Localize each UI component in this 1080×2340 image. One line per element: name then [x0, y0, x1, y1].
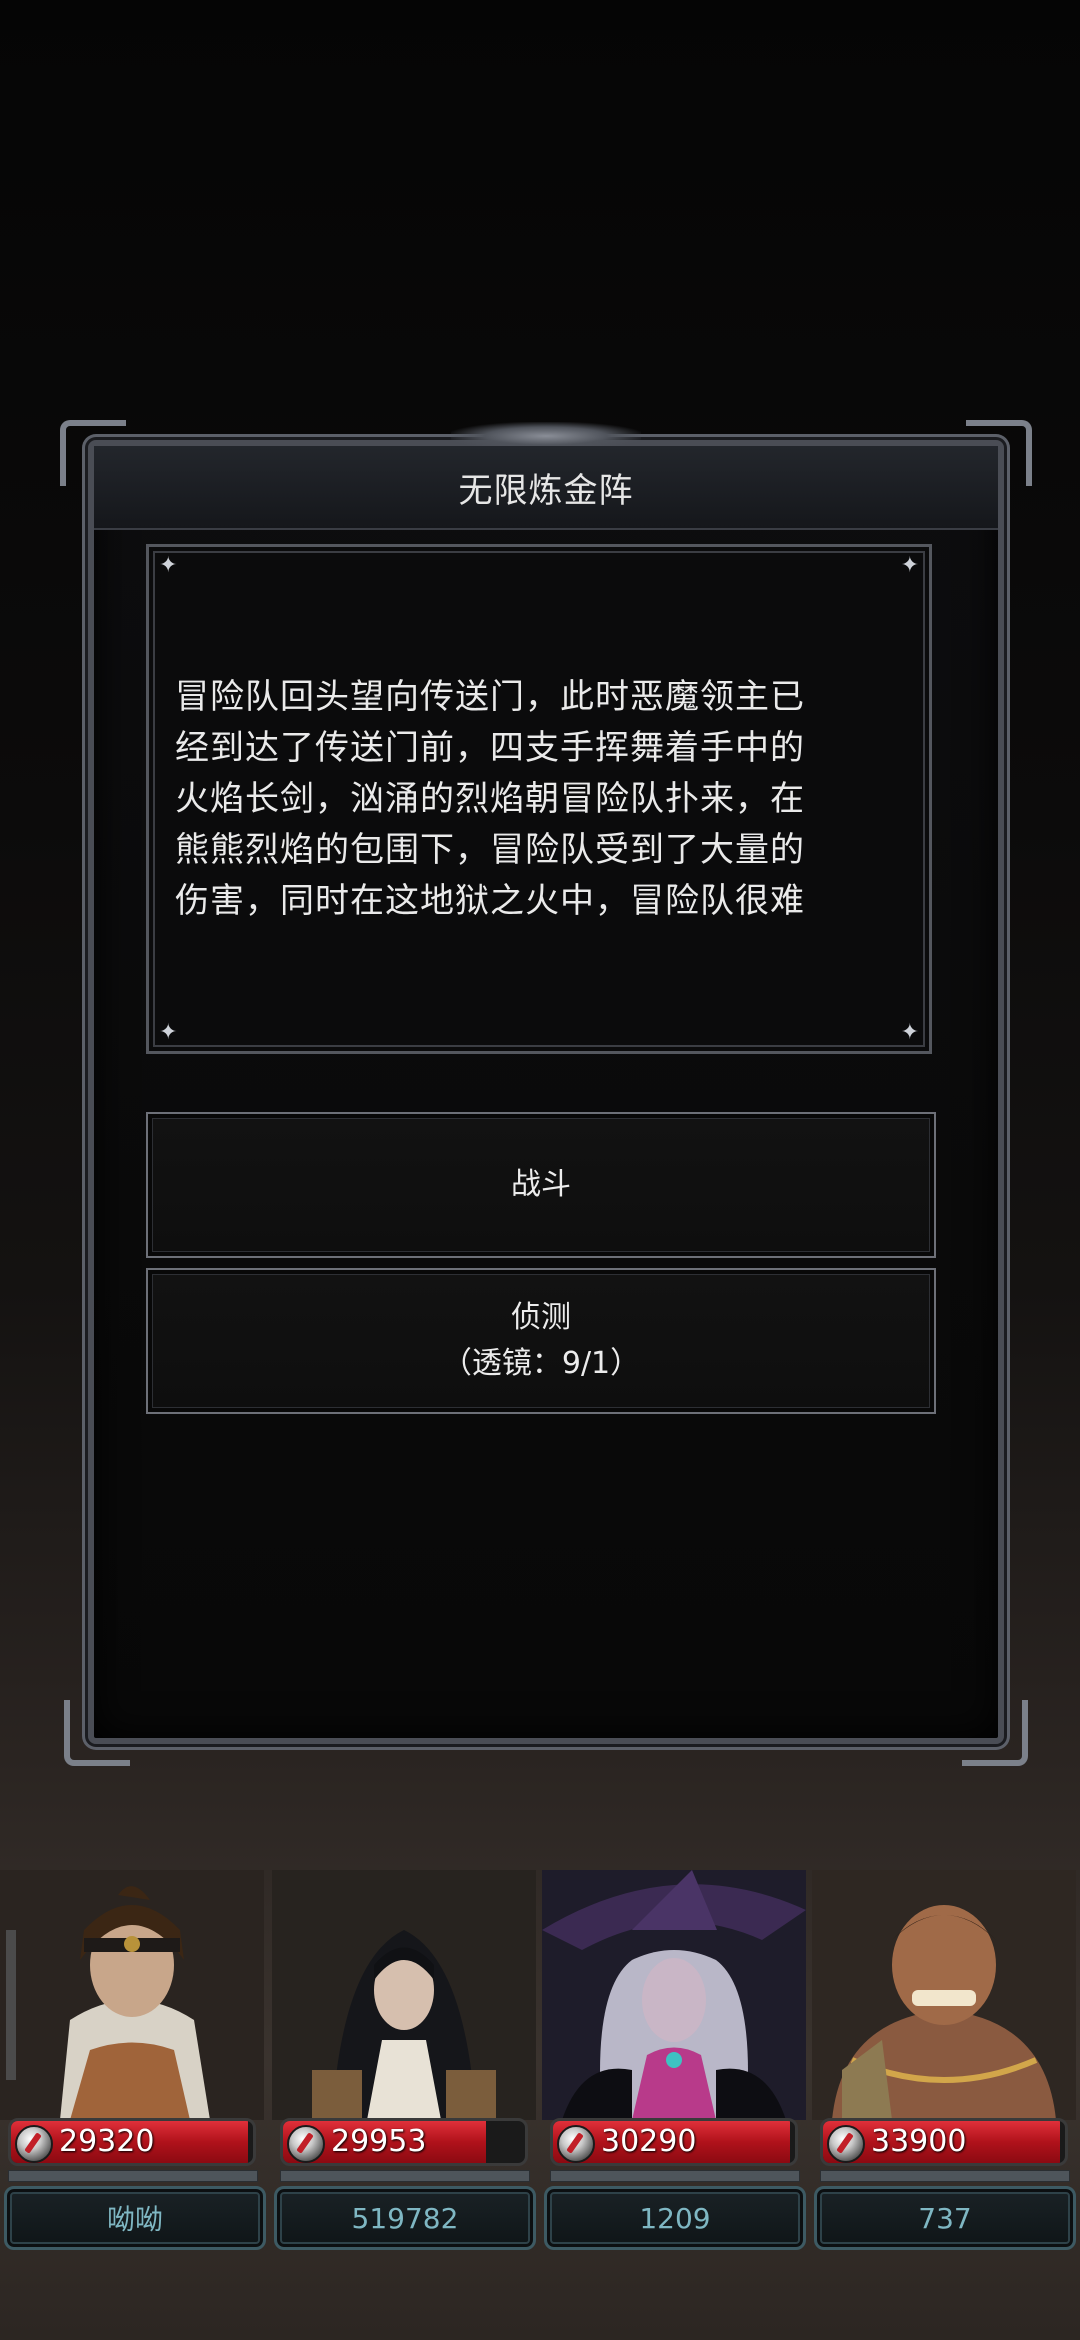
sword-icon	[15, 2125, 53, 2163]
story-panel[interactable]: ✦ ✦ ✦ ✦ 冒险队回头望向传送门，此时恶魔领主已 经到达了传送门前，四支手挥…	[146, 544, 932, 1054]
hero-name: 1209	[639, 2201, 711, 2235]
story-line: 冒险队回头望向传送门，此时恶魔领主已	[175, 676, 805, 717]
story-line: 经到达了传送门前，四支手挥舞着手中的	[175, 727, 805, 768]
hero-name: 737	[918, 2201, 972, 2235]
sword-icon	[827, 2125, 865, 2163]
hero-name: 519782	[351, 2201, 459, 2235]
hp-bar: 29953	[280, 2118, 528, 2166]
frame-corner-bottom-left	[64, 1700, 130, 1766]
hero-name-plate[interactable]: 737	[814, 2186, 1076, 2250]
detect-button[interactable]: 侦测 （透镜：9/1）	[146, 1268, 936, 1414]
fight-button[interactable]: 战斗	[146, 1112, 936, 1258]
sparkle-icon: ✦	[159, 553, 178, 578]
hero-name-plate[interactable]: 呦呦	[4, 2186, 266, 2250]
nun-portrait	[272, 1870, 536, 2120]
hp-value: 29320	[59, 2124, 155, 2159]
frame-corner-bottom-right	[962, 1700, 1028, 1766]
hero-card[interactable]: 33900	[812, 1870, 1076, 2190]
hero-card[interactable]: 29953	[272, 1870, 536, 2190]
hp-bar: 30290	[550, 2118, 798, 2166]
dialog-title-bar: 无限炼金阵	[94, 446, 998, 530]
hero-card[interactable]: 30290	[542, 1870, 806, 2190]
sword-icon	[557, 2125, 595, 2163]
hp-value: 33900	[871, 2124, 967, 2159]
detect-button-label: 侦测	[511, 1300, 571, 1335]
hero-name-plate[interactable]: 519782	[274, 2186, 536, 2250]
story-line: 火焰长剑，汹涌的烈焰朝冒险队扑来，在	[175, 778, 805, 819]
event-dialog: 无限炼金阵 ✦ ✦ ✦ ✦ 冒险队回头望向传送门，此时恶魔领主已 经到达了传送门…	[60, 420, 1032, 1766]
witch-portrait	[542, 1870, 806, 2120]
fight-button-label: 战斗	[511, 1167, 571, 1202]
brute-portrait	[812, 1870, 1076, 2120]
hp-bar: 33900	[820, 2118, 1068, 2166]
hero-name-plate[interactable]: 1209	[544, 2186, 806, 2250]
story-text: 冒险队回头望向传送门，此时恶魔领主已 经到达了传送门前，四支手挥舞着手中的 火焰…	[175, 672, 805, 927]
sparkle-icon: ✦	[900, 553, 919, 578]
hero-name: 呦呦	[106, 2203, 163, 2236]
energy-bar	[550, 2170, 800, 2182]
energy-bar	[8, 2170, 258, 2182]
hp-value: 30290	[601, 2124, 697, 2159]
warrior-woman-portrait	[0, 1870, 264, 2120]
sparkle-icon: ✦	[159, 1020, 178, 1045]
energy-bar	[820, 2170, 1070, 2182]
hp-value: 29953	[331, 2124, 427, 2159]
hero-card[interactable]: 29320	[0, 1870, 264, 2190]
energy-bar	[280, 2170, 530, 2182]
sparkle-icon: ✦	[900, 1020, 919, 1045]
dialog-title: 无限炼金阵	[458, 470, 634, 511]
sword-icon	[287, 2125, 325, 2163]
story-line: 伤害，同时在这地狱之火中，冒险队很难	[175, 880, 805, 921]
detect-button-cost: （透镜：9/1）	[441, 1346, 641, 1381]
story-line: 熊熊烈焰的包围下，冒险队受到了大量的	[175, 829, 805, 870]
hp-bar: 29320	[8, 2118, 256, 2166]
